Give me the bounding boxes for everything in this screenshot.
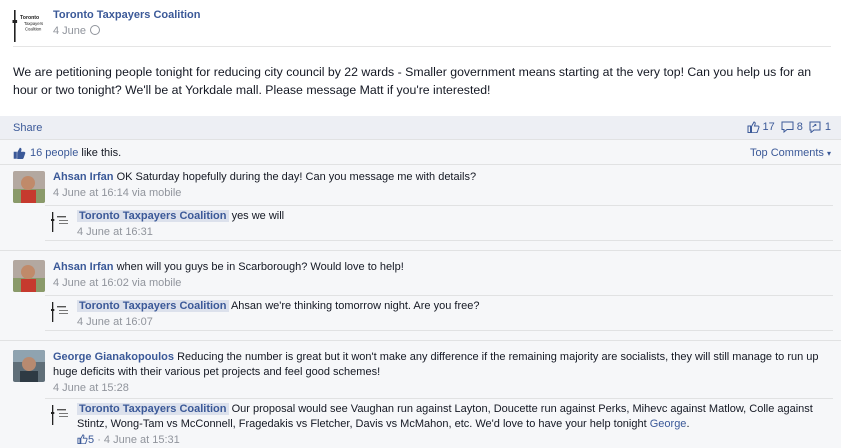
reply-item: Toronto Taxpayers Coalition yes we will … [45, 205, 833, 241]
reply-item: Toronto Taxpayers Coalition Ahsan we're … [45, 295, 833, 331]
reply-meta[interactable]: 4 June at 16:07 [77, 315, 823, 330]
reply-timestamp[interactable]: 4 June at 15:31 [104, 434, 180, 446]
top-comments-label[interactable]: Top Comments [750, 147, 824, 159]
mention-link[interactable]: George [650, 418, 687, 430]
reply-body: Toronto Taxpayers Coalition Our proposal… [77, 402, 823, 448]
reply-like-count[interactable]: 5 [77, 434, 94, 446]
likes-summary: 16 people like this. [13, 147, 121, 159]
comment-text: OK Saturday hopefully during the day! Ca… [116, 171, 477, 183]
share-bar: Share 17 8 1 [0, 116, 841, 140]
comment-item: Ahsan Irfan OK Saturday hopefully during… [0, 166, 841, 256]
comment-text: when will you guys be in Scarborough? Wo… [116, 261, 404, 273]
reply-avatar[interactable] [50, 404, 72, 426]
cn-tower-logo-icon [51, 405, 68, 425]
share-button[interactable]: Share [13, 122, 42, 134]
page-name-link[interactable]: Toronto Taxpayers Coalition [53, 9, 201, 21]
comment-author-link[interactable]: Ahsan Irfan [53, 171, 114, 183]
reply-meta[interactable]: 4 June at 16:31 [77, 225, 823, 240]
share-count[interactable]: 1 [809, 121, 831, 133]
comment-bubble-icon [781, 121, 794, 133]
post-text: We are petitioning people tonight for re… [13, 65, 812, 97]
comment-author-link[interactable]: George Gianakopoulos [53, 351, 174, 363]
likes-suffix: like this. [78, 147, 122, 159]
reply-author-link[interactable]: Toronto Taxpayers Coalition [77, 300, 229, 312]
reply-body: Toronto Taxpayers Coalition yes we will … [77, 209, 823, 240]
comment-item: Ahsan Irfan when will you guys be in Sca… [0, 256, 841, 346]
comment-meta[interactable]: 4 June at 15:28 [53, 381, 819, 396]
comment-count[interactable]: 8 [781, 121, 803, 133]
ufi-section: Share 17 8 1 16 people like this. Top Co… [0, 116, 841, 448]
comment-count-value[interactable]: 8 [797, 121, 803, 133]
user-avatar-icon [13, 260, 45, 292]
engagement-counts: 17 8 1 [747, 121, 831, 133]
avatar[interactable] [13, 260, 45, 292]
comment-divider [0, 250, 841, 251]
thumbs-up-icon [13, 147, 26, 159]
reply-avatar[interactable] [50, 211, 72, 233]
comment-body: Ahsan Irfan OK Saturday hopefully during… [53, 170, 819, 201]
thumbs-up-icon [77, 434, 88, 445]
comment-meta[interactable]: 4 June at 16:14 via mobile [53, 186, 819, 201]
globe-icon [90, 25, 101, 35]
user-avatar-icon [13, 171, 45, 203]
reply-author-link[interactable]: Toronto Taxpayers Coalition [77, 403, 229, 415]
reply-avatar[interactable] [50, 301, 72, 323]
post-time-text[interactable]: 4 June [53, 25, 86, 37]
cn-tower-logo-icon [51, 212, 68, 232]
post-timestamp[interactable]: 4 June [53, 25, 101, 37]
like-count-value[interactable]: 17 [763, 121, 775, 133]
reply-text: Ahsan we're thinking tomorrow night. Are… [230, 300, 480, 312]
reply-meta: 5 · 4 June at 15:31 [77, 433, 823, 448]
user-avatar-icon [13, 350, 45, 382]
like-count[interactable]: 17 [747, 121, 775, 133]
share-count-value[interactable]: 1 [825, 121, 831, 133]
cn-tower-logo-icon: Toronto Taxpayers Coalition [12, 10, 43, 42]
comment-author-link[interactable]: Ahsan Irfan [53, 261, 114, 273]
svg-text:Coalition: Coalition [25, 27, 42, 32]
comment-meta[interactable]: 4 June at 16:02 via mobile [53, 276, 819, 291]
svg-text:Taxpayers: Taxpayers [24, 21, 43, 26]
avatar[interactable] [13, 171, 45, 203]
comment-body: George Gianakopoulos Reducing the number… [53, 350, 819, 396]
page-logo[interactable]: Toronto Taxpayers Coalition [11, 10, 49, 42]
likes-bar: 16 people like this. Top Comments ▾ [0, 141, 841, 165]
reply-body: Toronto Taxpayers Coalition Ahsan we're … [77, 299, 823, 330]
comment-body: Ahsan Irfan when will you guys be in Sca… [53, 260, 819, 291]
thumbs-up-icon [747, 121, 759, 133]
meta-separator: · [97, 434, 104, 446]
caret-down-icon: ▾ [826, 149, 831, 158]
reply-text: yes we will [231, 210, 285, 222]
comment-divider [0, 340, 841, 341]
likes-people-link[interactable]: 16 people [30, 147, 78, 159]
share-icon [809, 121, 821, 133]
avatar[interactable] [13, 350, 45, 382]
reply-author-link[interactable]: Toronto Taxpayers Coalition [77, 210, 229, 222]
comment-item: George Gianakopoulos Reducing the number… [0, 346, 841, 448]
top-comments-dropdown[interactable]: Top Comments ▾ [750, 147, 831, 159]
reply-like-count-value[interactable]: 5 [88, 434, 94, 446]
reply-item: Toronto Taxpayers Coalition Our proposal… [45, 398, 833, 448]
header-divider [13, 46, 831, 47]
post-header: Toronto Taxpayers Coalition Toronto Taxp… [11, 8, 831, 42]
cn-tower-logo-icon [51, 302, 68, 322]
